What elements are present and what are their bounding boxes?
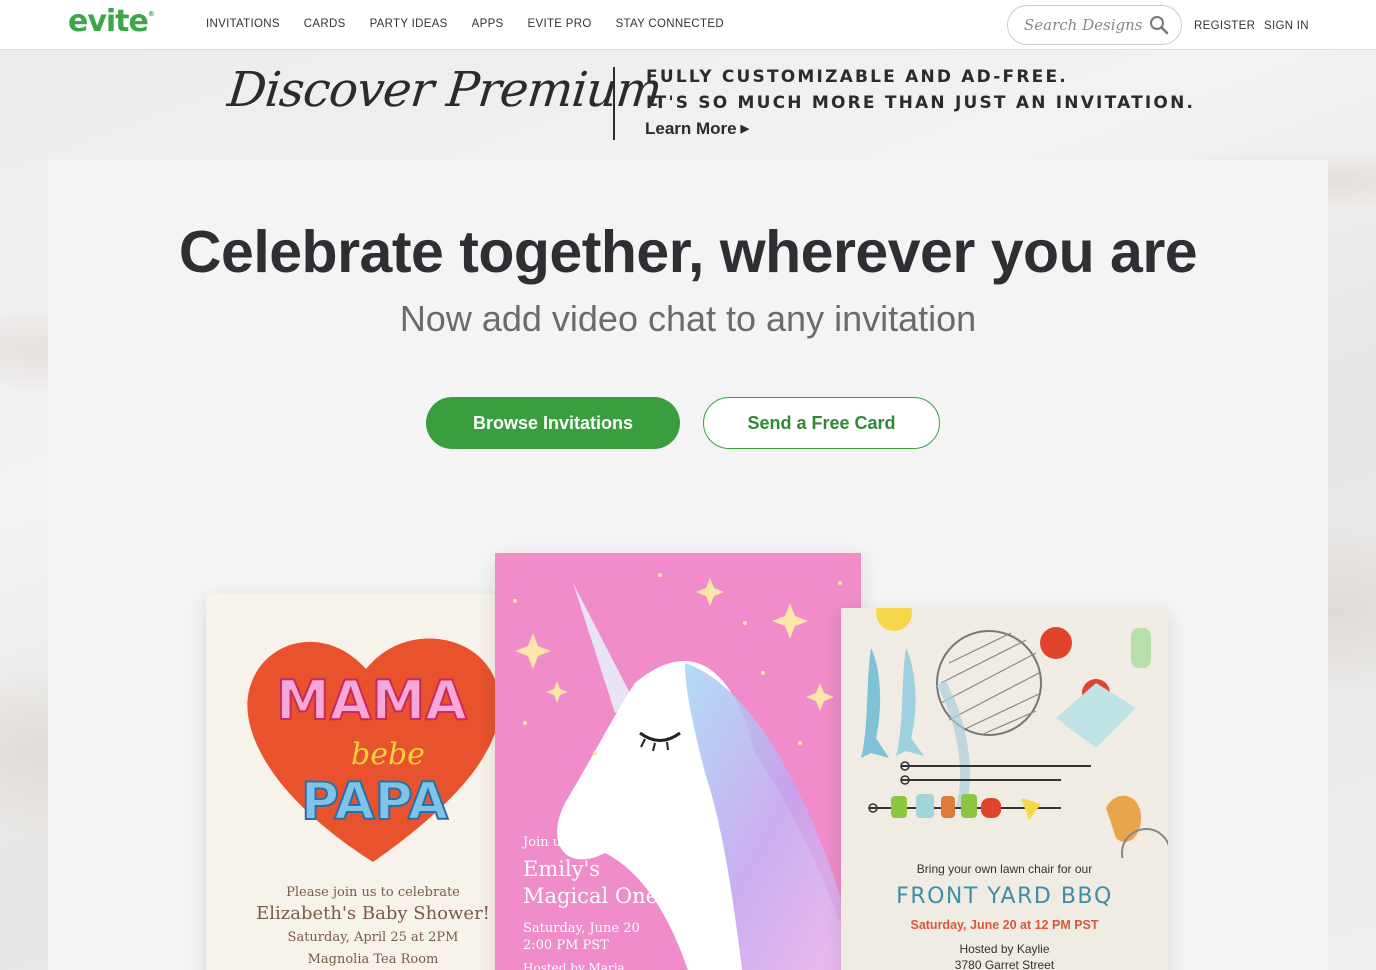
nav-party-ideas[interactable]: PARTY IDEAS — [370, 18, 448, 30]
heart-bebe-text: bebe — [351, 737, 425, 772]
top-header: evite® INVITATIONS CARDS PARTY IDEAS APP… — [0, 0, 1376, 50]
hero-title: Celebrate together, wherever you are — [178, 219, 1198, 285]
baby-shower-date: Saturday, April 25 at 2PM — [287, 930, 459, 945]
nav-cards[interactable]: CARDS — [304, 18, 346, 30]
bbq-datetime: Saturday, June 20 at 12 PM PST — [910, 918, 1099, 932]
unicorn-time: 2:00 PM PST — [523, 938, 609, 953]
bbq-title: FRONT YARD BBQ — [896, 884, 1113, 909]
unicorn-intro: Join us for — [523, 835, 591, 850]
send-free-card-button[interactable]: Send a Free Card — [703, 397, 940, 449]
bbq-intro: Bring your own lawn chair for our — [916, 862, 1093, 876]
heart-papa-text: PAPA — [301, 772, 448, 832]
play-arrow-icon: ▶ — [740, 123, 750, 135]
unicorn-title: Emily's Magical One — [523, 856, 658, 910]
learn-more-link[interactable]: Learn More ▶ — [645, 119, 749, 139]
search-icon[interactable] — [1149, 15, 1169, 35]
sign-in-link[interactable]: SIGN IN — [1264, 20, 1309, 32]
premium-banner: Discover Premium FULLY CUSTOMIZABLE AND … — [0, 50, 1376, 160]
unicorn-title-line-2: Magical One — [523, 884, 659, 908]
search-input[interactable] — [1024, 16, 1154, 34]
browse-invitations-button[interactable]: Browse Invitations — [426, 397, 680, 449]
bbq-illustration — [861, 608, 1168, 858]
nav-invitations[interactable]: INVITATIONS — [206, 18, 280, 30]
hero-section: Celebrate together, wherever you are Now… — [48, 160, 1328, 970]
unicorn-datetime: Saturday, June 20 2:00 PM PST — [523, 920, 640, 954]
main-nav: INVITATIONS CARDS PARTY IDEAS APPS EVITE… — [206, 18, 748, 30]
register-link[interactable]: REGISTER — [1194, 20, 1255, 32]
bbq-host: Hosted by Kaylie — [959, 942, 1050, 956]
premium-line-1: FULLY CUSTOMIZABLE AND AD-FREE. — [646, 67, 1068, 87]
search-box — [1007, 5, 1182, 45]
hero-subtitle: Now add video chat to any invitation — [399, 298, 977, 339]
baby-shower-card[interactable]: MAMA bebe PAPA Please join us to celebra… — [206, 594, 506, 970]
unicorn-date: Saturday, June 20 — [523, 921, 640, 936]
nav-apps[interactable]: APPS — [472, 18, 504, 30]
learn-more-label: Learn More — [645, 119, 737, 138]
banner-divider — [613, 67, 615, 140]
premium-title: Discover Premium — [225, 62, 664, 118]
bbq-card[interactable]: Bring your own lawn chair for our FRONT … — [841, 608, 1168, 970]
unicorn-host: Hosted by Maria — [523, 961, 625, 970]
evite-logo[interactable]: evite® — [68, 4, 155, 39]
heart-illustration: MAMA bebe PAPA — [247, 638, 500, 862]
nav-evite-pro[interactable]: EVITE PRO — [528, 18, 592, 30]
unicorn-title-line-1: Emily's — [523, 857, 601, 881]
premium-line-2: IT'S SO MUCH MORE THAN JUST AN INVITATIO… — [646, 93, 1196, 113]
bbq-address: 3780 Garret Street — [954, 958, 1055, 970]
unicorn-birthday-card[interactable]: Join us for Emily's Magical One Saturday… — [495, 553, 861, 970]
heart-mama-text: MAMA — [276, 669, 467, 732]
baby-shower-venue: Magnolia Tea Room — [307, 952, 439, 967]
baby-shower-title: Elizabeth's Baby Shower! — [256, 903, 490, 924]
nav-stay-connected[interactable]: STAY CONNECTED — [616, 18, 724, 30]
baby-shower-intro: Please join us to celebrate — [286, 885, 460, 900]
